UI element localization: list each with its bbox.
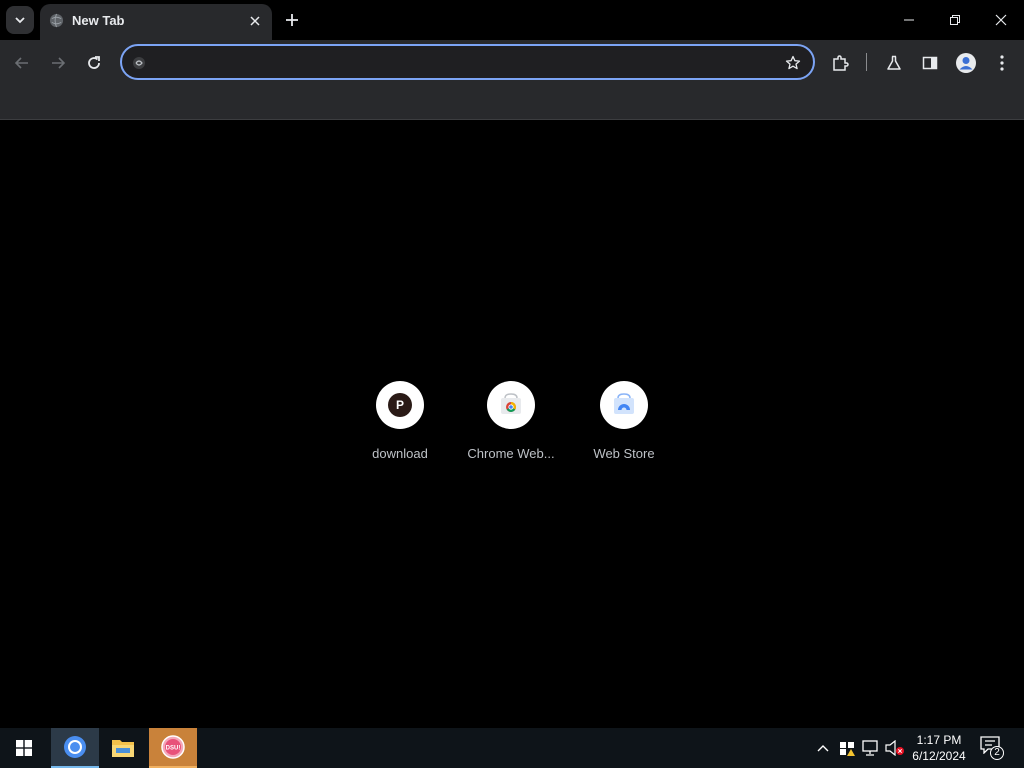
back-button[interactable] xyxy=(8,49,36,77)
action-center-button[interactable]: 2 xyxy=(980,736,1006,760)
close-icon xyxy=(995,14,1007,26)
side-panel-button[interactable] xyxy=(916,49,944,77)
shield-warning-icon xyxy=(840,742,855,756)
side-panel-icon xyxy=(922,56,938,70)
shortcut-tile-web-store[interactable]: Web Store xyxy=(568,381,680,461)
close-icon xyxy=(250,16,260,26)
chrome-web-store-icon xyxy=(501,393,521,414)
windows-logo-icon xyxy=(16,740,32,756)
restore-button[interactable] xyxy=(932,0,978,40)
chrome-icon xyxy=(64,736,86,758)
new-tab-page: P download Chrome Web... Web Store xyxy=(0,121,1024,728)
toolbar xyxy=(0,40,1024,85)
minimize-icon xyxy=(904,19,914,21)
tab-new-tab[interactable]: New Tab xyxy=(40,4,272,40)
network-tray-icon[interactable] xyxy=(861,738,881,758)
puzzle-icon xyxy=(833,55,849,71)
taskbar: DSU! 1:17 PM 6/12/2024 2 xyxy=(0,728,1024,768)
taskbar-app-dsu[interactable]: DSU! xyxy=(149,728,197,768)
restore-icon xyxy=(950,15,960,25)
forward-button[interactable] xyxy=(44,49,72,77)
p-avatar-icon: P xyxy=(388,393,412,417)
dsu-app-icon: DSU! xyxy=(161,735,185,759)
arrow-left-icon xyxy=(14,57,28,69)
start-button[interactable] xyxy=(0,728,48,768)
notification-count-badge: 2 xyxy=(990,746,1004,760)
taskbar-clock[interactable]: 1:17 PM 6/12/2024 xyxy=(904,732,974,764)
security-tray-icon[interactable] xyxy=(837,738,857,758)
shortcut-label: download xyxy=(372,446,428,461)
profile-button[interactable] xyxy=(952,49,980,77)
clock-time: 1:17 PM xyxy=(916,733,962,747)
chevron-up-icon xyxy=(817,745,829,752)
shortcut-icon-circle xyxy=(487,381,535,429)
search-engine-icon xyxy=(130,54,148,72)
shortcut-tile-chrome-web-store[interactable]: Chrome Web... xyxy=(455,381,567,461)
network-icon xyxy=(862,740,878,756)
shortcut-tile-download[interactable]: P download xyxy=(344,381,456,461)
reload-button[interactable] xyxy=(80,49,108,77)
globe-icon xyxy=(49,13,64,28)
tab-strip: New Tab xyxy=(0,0,1024,40)
volume-tray-icon[interactable] xyxy=(885,738,905,758)
minimize-button[interactable] xyxy=(886,0,932,40)
kebab-menu-icon xyxy=(1000,55,1004,71)
volume-muted-icon xyxy=(885,740,904,756)
tab-title: New Tab xyxy=(72,13,125,28)
tab-search-button[interactable] xyxy=(6,6,34,34)
bookmarks-bar xyxy=(0,85,1024,120)
flask-icon xyxy=(887,55,901,70)
plus-icon xyxy=(286,14,298,26)
show-hidden-icons-button[interactable] xyxy=(813,738,833,758)
menu-button[interactable] xyxy=(988,49,1016,77)
chevron-down-icon xyxy=(15,17,25,24)
address-input[interactable] xyxy=(154,52,764,74)
taskbar-file-explorer[interactable] xyxy=(99,728,147,768)
clock-date: 6/12/2024 xyxy=(912,749,966,763)
folder-icon xyxy=(112,740,134,757)
labs-button[interactable] xyxy=(880,49,908,77)
dsu-app-label: DSU! xyxy=(166,746,181,752)
arrow-right-icon xyxy=(52,57,66,69)
shortcut-label: Chrome Web... xyxy=(467,446,555,461)
address-bar[interactable] xyxy=(120,44,815,80)
tab-close-button[interactable] xyxy=(246,12,264,30)
web-store-icon xyxy=(614,393,634,414)
shortcut-icon-circle: P xyxy=(376,381,424,429)
extensions-button[interactable] xyxy=(826,49,854,77)
shortcut-label: Web Store xyxy=(593,446,655,461)
reload-icon xyxy=(88,56,100,69)
star-icon xyxy=(785,55,801,70)
close-window-button[interactable] xyxy=(978,0,1024,40)
toolbar-separator xyxy=(866,53,867,71)
shortcut-icon-circle xyxy=(600,381,648,429)
new-tab-button[interactable] xyxy=(280,8,304,32)
taskbar-chrome[interactable] xyxy=(51,728,99,768)
avatar-icon xyxy=(956,53,976,73)
bookmark-star-button[interactable] xyxy=(783,53,803,73)
